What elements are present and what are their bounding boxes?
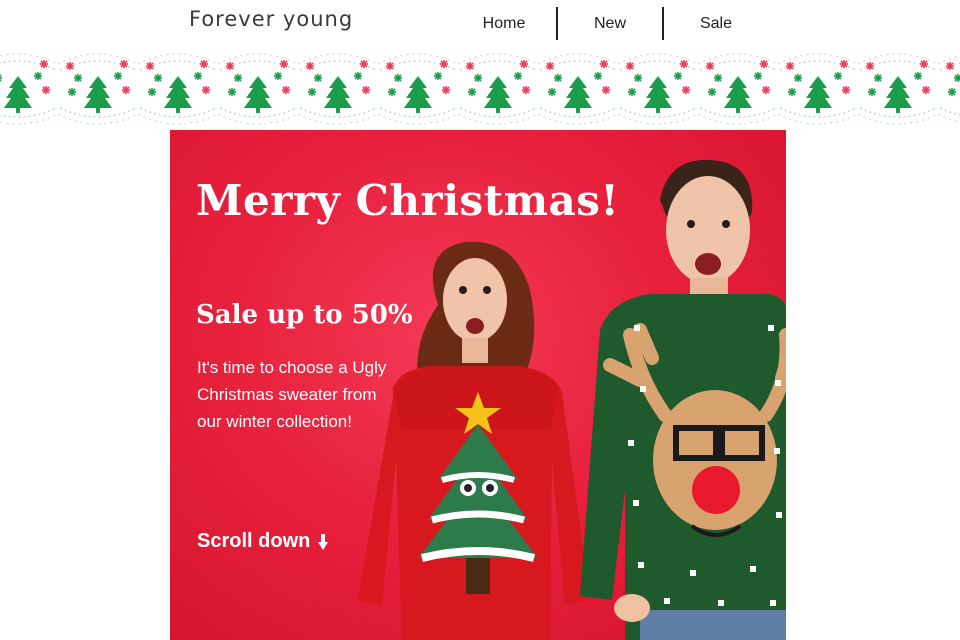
sale-heading: Sale up to 50% xyxy=(196,300,413,330)
arrow-down-icon xyxy=(318,533,329,550)
nav-sale-link[interactable]: Sale xyxy=(664,7,768,40)
nav-home-link[interactable]: Home xyxy=(452,7,556,40)
site-header: Forever young Home New Sale xyxy=(0,0,960,48)
hero-title: Merry Christmas! xyxy=(196,176,620,225)
scroll-down-label: Scroll down xyxy=(197,530,311,552)
man-figure xyxy=(580,159,786,640)
scroll-down-button[interactable]: Scroll down xyxy=(197,530,329,553)
hero-banner: Merry Christmas! Sale up to 50% It's tim… xyxy=(170,130,786,640)
hero-description: It's time to choose a Ugly Christmas swe… xyxy=(197,358,387,431)
nav-new-link[interactable]: New xyxy=(558,7,662,40)
christmas-border xyxy=(0,48,960,130)
logo[interactable]: Forever young xyxy=(189,7,353,31)
christmas-border-pattern xyxy=(0,48,960,130)
main-nav: Home New Sale xyxy=(452,7,768,40)
